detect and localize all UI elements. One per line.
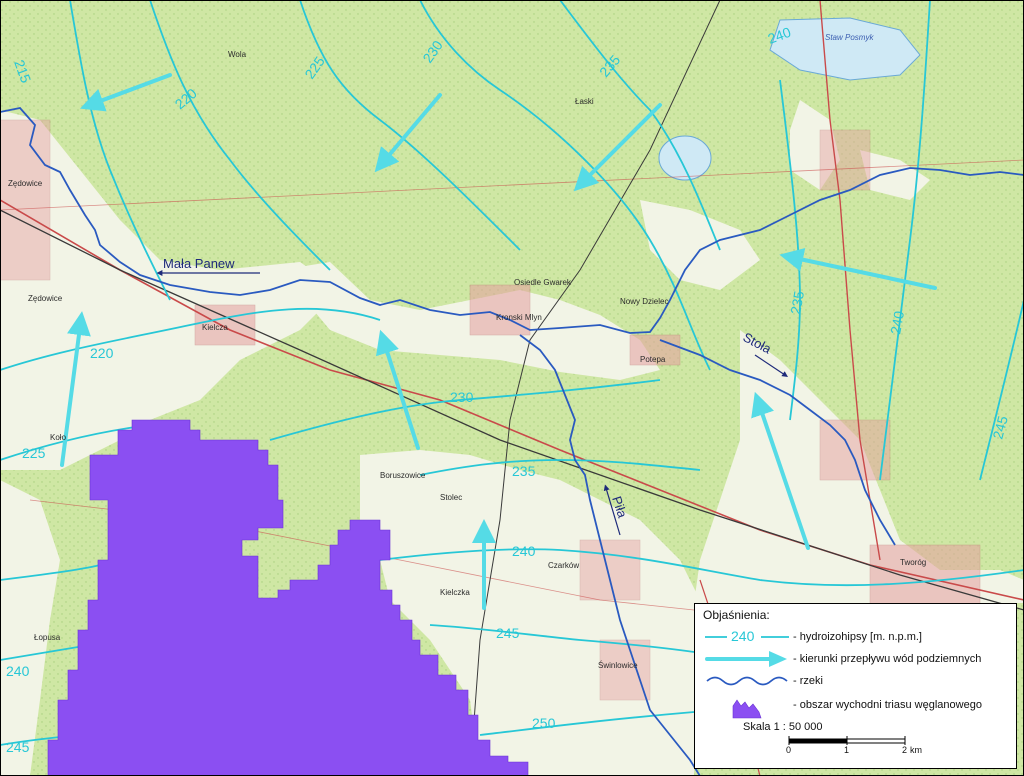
scale-bar: 0 1 2 km [703, 733, 1008, 759]
place-label: Kielczka [440, 588, 470, 597]
place-label: Osiedle Gwarek [514, 278, 572, 287]
legend-row-river: - rzeki [703, 670, 1008, 692]
legend-row-flow: - kierunki przepływu wód podziemnych [703, 648, 1008, 670]
scale-tick-2: 2 [902, 745, 908, 755]
place-label: Zędowice [28, 294, 63, 303]
legend-text-outcrop: - obszar wychodni triasu węglanowego [793, 699, 982, 711]
legend-row-isohypse: 240 - hydroizohipsy [m. n.p.m.] [703, 626, 1008, 648]
isohypse-label: 220 [90, 345, 114, 361]
outcrop-symbol [703, 694, 793, 719]
place-label: Łaski [575, 97, 594, 106]
scale-unit: km [910, 745, 922, 755]
isohypse-label: 240 [512, 543, 536, 559]
place-label: Czarków [548, 561, 579, 570]
place-label: Potepa [640, 355, 666, 364]
legend-text-isohypse: - hydroizohipsy [m. n.p.m.] [793, 631, 922, 643]
place-label: Stolec [440, 493, 462, 502]
legend: Objaśnienia: 240 - hydroizohipsy [m. n.p… [694, 603, 1017, 769]
scale-tick-1: 1 [844, 745, 850, 755]
place-label: Kielcza [202, 323, 228, 332]
place-label: Boruszowice [380, 471, 426, 480]
river-label-mala-panew: Mała Panew [163, 256, 235, 271]
scale-title: Skala 1 : 50 000 [743, 721, 823, 733]
isohypse-label: 230 [450, 389, 474, 405]
isohypse-symbol-label: 240 [731, 628, 755, 644]
place-label: Koło [50, 433, 67, 442]
isohypse-label: 225 [22, 445, 46, 461]
legend-text-river: - rzeki [793, 675, 823, 687]
legend-title: Objaśnienia: [703, 608, 770, 622]
isohypse-label: 245 [6, 739, 30, 755]
legend-text-flow: - kierunki przepływu wód podziemnych [793, 653, 982, 665]
place-label: Tworóg [900, 558, 926, 567]
isohypse-label: 250 [532, 715, 556, 731]
isohypse-label: 240 [6, 663, 30, 679]
isohypse-label: 245 [496, 625, 520, 641]
lake-small [658, 135, 712, 181]
place-label: Zędowice [8, 179, 43, 188]
legend-row-outcrop: - obszar wychodni triasu węglanowego [703, 692, 1008, 719]
place-label: Kronski Mlyn [496, 313, 542, 322]
place-label: Łopusa [34, 633, 61, 642]
river-symbol [703, 670, 793, 692]
lake-label-staw-posmyk: Staw Posmyk [825, 33, 874, 42]
place-label: Świnlowice [598, 661, 638, 670]
place-label: Wola [228, 50, 247, 59]
isohypse-label: 235 [512, 463, 536, 479]
flow-arrow-symbol [703, 648, 793, 670]
scale-tick-0: 0 [786, 745, 792, 755]
isohypse-symbol: 240 [703, 626, 793, 648]
place-label: Nowy Dzielec [620, 297, 668, 306]
